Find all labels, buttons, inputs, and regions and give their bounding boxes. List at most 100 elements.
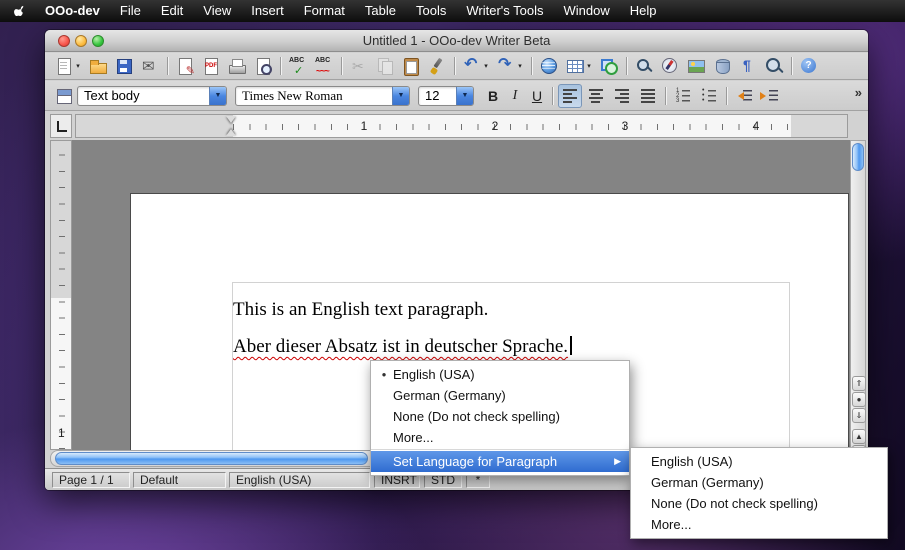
language-menu-item[interactable]: More... [371,427,629,448]
menubar-item-writer-s-tools[interactable]: Writer's Tools [456,0,553,22]
copy-button [373,54,397,78]
italic-button[interactable]: I [504,86,526,106]
language-submenu-item[interactable]: German (Germany) [631,472,887,493]
horizontal-ruler[interactable]: 1234 [75,114,848,138]
toolbar-separator [454,57,455,75]
email-button[interactable] [138,54,162,78]
language-submenu-item[interactable]: More... [631,514,887,535]
combo-dropdown-icon[interactable] [209,87,226,105]
zoom-window-button[interactable] [92,35,104,47]
left-indent-marker[interactable] [226,124,236,136]
apple-menu-icon[interactable] [14,5,27,18]
language-submenu-item[interactable]: English (USA) [631,451,887,472]
bold-button[interactable]: B [482,86,504,106]
language-submenu-item[interactable]: None (Do not check spelling) [631,493,887,514]
navigation-button[interactable]: ● [852,392,866,407]
align-right-button[interactable] [610,84,634,108]
edit-file-button[interactable] [173,54,197,78]
paste-button[interactable] [399,54,423,78]
auto-spellcheck-button[interactable] [312,54,336,78]
toolbar-overflow-button[interactable]: » [855,85,862,100]
export-pdf-button[interactable] [199,54,223,78]
menubar-item-window[interactable]: Window [553,0,619,22]
menubar-item-format[interactable]: Format [294,0,355,22]
nonprinting-characters-button[interactable] [736,54,760,78]
navigator-button[interactable] [658,54,682,78]
menubar-item-tools[interactable]: Tools [406,0,456,22]
toolbar-separator [552,87,553,105]
format-paintbrush-icon [427,56,447,76]
draw-functions-button[interactable] [597,54,621,78]
language-menu-item[interactable]: German (Germany) [371,385,629,406]
page-preview-button[interactable] [251,54,275,78]
menubar-item-ooo-dev[interactable]: OOo-dev [35,0,110,22]
vertical-scrollbar-thumb[interactable] [852,143,864,171]
zoom-button[interactable] [762,54,786,78]
vertical-scrollbar[interactable]: ⇑ ● ⇓ ▲ ▼ [850,140,866,467]
find-replace-button[interactable] [632,54,656,78]
scroll-up-arrow[interactable]: ▲ [852,429,866,444]
set-language-paragraph-item[interactable]: Set Language for Paragraph [371,451,629,472]
font-name-combo[interactable]: Times New Roman [235,86,410,106]
language-menu-item[interactable]: None (Do not check spelling) [371,406,629,427]
formatting-toolbar-lead [51,84,77,108]
tab-selector[interactable] [50,114,72,138]
page-number-field[interactable]: Page 1 / 1 [52,472,130,488]
combo-dropdown-icon[interactable] [392,87,409,105]
page-preview-icon [253,56,273,76]
save-button[interactable] [112,54,136,78]
increase-indent-button[interactable] [758,84,782,108]
menubar-item-table[interactable]: Table [355,0,406,22]
ruler-number: 2 [492,119,499,133]
decrease-indent-icon [734,86,754,106]
gallery-button[interactable] [684,54,708,78]
toolbar-separator [167,57,168,75]
next-page-button[interactable]: ⇓ [852,408,866,423]
horizontal-scrollbar-thumb[interactable] [55,452,368,465]
minimize-button[interactable] [75,35,87,47]
language-submenu-items: English (USA)German (Germany)None (Do no… [631,451,887,535]
undo-button[interactable] [460,54,492,78]
table-button[interactable] [563,54,595,78]
underline-button[interactable]: U [526,86,548,106]
numbering-button[interactable] [671,84,695,108]
help-button[interactable] [797,54,821,78]
menubar-item-insert[interactable]: Insert [241,0,294,22]
spellcheck-button[interactable] [286,54,310,78]
align-center-button[interactable] [584,84,608,108]
print-button[interactable] [225,54,249,78]
menubar-item-help[interactable]: Help [620,0,667,22]
vertical-ruler[interactable]: 1 [50,140,72,450]
toolbar-separator [626,57,627,75]
bullets-button[interactable] [697,84,721,108]
desktop: OOo-devFileEditViewInsertFormatTableTool… [0,0,905,550]
page-style-field[interactable]: Default [133,472,226,488]
previous-page-button[interactable]: ⇑ [852,376,866,391]
new-document-button[interactable] [52,54,84,78]
spellcheck-icon [288,56,308,76]
hyperlink-button[interactable] [537,54,561,78]
close-button[interactable] [58,35,70,47]
language-menu-item[interactable]: English (USA) [371,364,629,385]
language-menu-item-label: None (Do not check spelling) [393,409,560,424]
formatting-toolbar-icons [557,84,783,108]
menubar-item-file[interactable]: File [110,0,151,22]
data-sources-button[interactable] [710,54,734,78]
open-button[interactable] [86,54,110,78]
titlebar[interactable]: Untitled 1 - OOo-dev Writer Beta [45,30,868,52]
font-size-value: 12 [425,88,439,103]
paragraph-style-combo[interactable]: Text body [77,86,227,106]
language-field[interactable]: English (USA) [229,472,370,488]
decrease-indent-button[interactable] [732,84,756,108]
align-left-button[interactable] [558,84,582,108]
combo-dropdown-icon[interactable] [456,87,473,105]
menubar-item-edit[interactable]: Edit [151,0,193,22]
dropdown-caret-icon [585,62,593,70]
styles-panel-button[interactable] [52,84,76,108]
redo-button[interactable] [494,54,526,78]
text-cursor [570,336,572,355]
format-paintbrush-button[interactable] [425,54,449,78]
justify-button[interactable] [636,84,660,108]
menubar-item-view[interactable]: View [193,0,241,22]
font-size-combo[interactable]: 12 [418,86,474,106]
